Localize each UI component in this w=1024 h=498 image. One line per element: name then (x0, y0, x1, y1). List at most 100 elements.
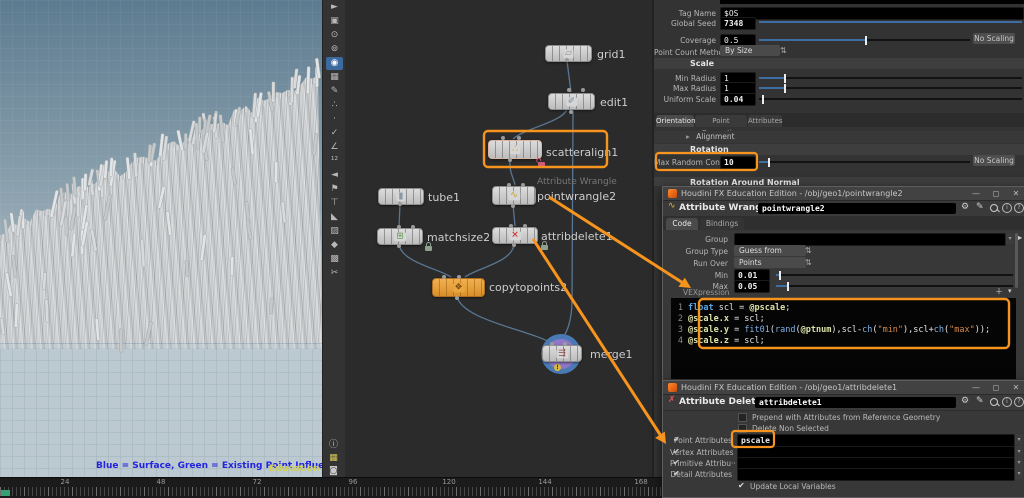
window-titlebar[interactable]: Houdini FX Education Edition - /obj/geo1… (663, 187, 1024, 201)
info-icon[interactable]: i (1002, 397, 1012, 407)
gear-icon[interactable]: ⚙ (961, 202, 969, 213)
add-snippet-icon[interactable]: ＋ (995, 286, 1003, 297)
info-icon[interactable]: i (1002, 203, 1012, 213)
flag-icon[interactable]: ⚑ (326, 183, 343, 196)
network-editor[interactable]: ▱ grid1 ✐ edit1 ∴ scatteralign1 ▮ tube1 … (345, 0, 652, 478)
node-edit1[interactable]: ✐ (548, 93, 595, 110)
uniform-scale-slider[interactable] (759, 98, 1022, 100)
info-icon[interactable]: ⓘ (325, 439, 342, 451)
scene-viewport[interactable]: Blue = Surface, Green = Existing Point I… (0, 0, 322, 477)
shade-icon[interactable]: ◣ (326, 211, 343, 224)
input-port[interactable] (411, 225, 415, 229)
node-copytopoints2[interactable]: ❖ (432, 278, 485, 297)
point-display-icon[interactable]: · (326, 113, 343, 126)
audio-icon[interactable]: ◄ (326, 169, 343, 182)
node-name-field[interactable]: attribdelete1 (755, 397, 956, 408)
normal-display-icon[interactable]: ✓ (326, 127, 343, 140)
dropdown-arrows-icon[interactable]: ⇅ (805, 258, 812, 267)
tsquare-icon[interactable]: ⊤ (326, 197, 343, 210)
attr-menu-icon[interactable]: ▾ (1014, 457, 1023, 468)
point-count-method-dropdown[interactable]: By Size (720, 45, 780, 56)
close-button[interactable]: ✕ (1009, 188, 1023, 199)
detail-attributes-field[interactable] (737, 468, 1015, 481)
min-radius-slider[interactable] (759, 77, 1022, 79)
maximize-button[interactable]: ◻ (989, 382, 1003, 393)
node-attribdelete1[interactable]: ✕ (492, 227, 538, 244)
diamond-icon[interactable]: ◆ (326, 239, 343, 252)
update-local-variables-check[interactable]: ✔ (738, 482, 745, 490)
input-port[interactable] (501, 136, 505, 140)
input-port[interactable] (567, 88, 571, 92)
uniform-scale-field[interactable]: 0.04 (720, 93, 756, 106)
grid-display-icon[interactable]: ▩ (326, 253, 343, 266)
snippet-menu-icon[interactable]: ▾ (1008, 286, 1012, 297)
point-number-icon[interactable]: ¹² (326, 155, 343, 168)
timeline-marker[interactable] (1, 490, 10, 496)
input-port[interactable] (509, 224, 513, 228)
global-seed-field[interactable]: 7348 (720, 17, 756, 30)
attr-menu-icon[interactable]: ▾ (1014, 468, 1023, 479)
node-scatteralign1[interactable]: ∴ (488, 140, 542, 159)
output-port[interactable] (565, 58, 569, 62)
tab-orientation[interactable]: Orientation (656, 115, 694, 127)
group-dropdown-icon[interactable]: ▾ (1005, 233, 1014, 244)
magnifier-icon[interactable] (990, 398, 998, 406)
input-port[interactable] (521, 183, 525, 187)
dropdown-arrows-icon[interactable]: ⇅ (780, 46, 787, 55)
help-icon[interactable]: ? (1014, 203, 1024, 213)
input-port[interactable] (457, 275, 461, 279)
scatter-tool-icon[interactable]: ∴ (326, 99, 343, 112)
tab-attributes[interactable]: Attributes (748, 115, 782, 127)
output-port[interactable] (455, 296, 459, 300)
node-name-field[interactable]: pointwrangle2 (758, 203, 956, 214)
layout-grid-icon[interactable]: ▦ (325, 452, 342, 464)
rotation-around-normal-header[interactable]: Rotation Around Normal (654, 177, 1024, 186)
scale-section-header[interactable]: Scale (654, 58, 1024, 69)
edit-tool-icon[interactable]: ✎ (326, 85, 343, 98)
magnifier-icon[interactable] (990, 204, 998, 212)
min-slider[interactable] (776, 274, 1013, 276)
max-radius-slider[interactable] (759, 87, 1022, 89)
output-port[interactable] (398, 202, 402, 206)
input-port[interactable] (517, 136, 521, 140)
angle-tool-icon[interactable]: ∠ (326, 141, 343, 154)
input-port[interactable] (397, 225, 401, 229)
coverage-no-scaling-button[interactable]: No Scaling (973, 33, 1015, 44)
run-over-dropdown[interactable]: Points (734, 257, 806, 268)
tab-code[interactable]: Code (666, 218, 698, 230)
minimize-button[interactable]: — (969, 382, 983, 393)
prepend-checkbox[interactable] (738, 413, 747, 422)
input-port[interactable] (442, 275, 446, 279)
select-tool-icon[interactable]: ► (326, 1, 343, 14)
dropdown-arrows-icon[interactable]: ⇅ (805, 246, 812, 255)
max-random-cone-field[interactable]: 10 (720, 156, 756, 169)
minimize-button[interactable]: — (969, 188, 983, 199)
lock-icon[interactable]: ▣ (326, 15, 343, 28)
pin-icon[interactable]: ⊙ (326, 29, 343, 42)
rotation-section-header[interactable]: Rotation (654, 144, 1024, 155)
vex-code-editor[interactable]: 1float scl = @pscale; 2@scale.x = scl; 3… (671, 298, 1016, 379)
pin-light-icon[interactable]: ⊚ (326, 43, 343, 56)
camera-icon[interactable]: ◙ (325, 465, 342, 477)
tab-point-generation[interactable]: Point Generation (695, 115, 747, 127)
global-seed-slider[interactable] (759, 21, 1022, 23)
attr-menu-icon[interactable]: ▾ (1014, 446, 1023, 457)
attr-menu-icon[interactable]: ▾ (1014, 434, 1023, 445)
input-port[interactable] (581, 88, 585, 92)
node-matchsize2[interactable]: ⊞ (377, 228, 423, 245)
delete-non-selected-checkbox[interactable] (738, 424, 747, 433)
alignment-collapsible[interactable]: ▸ Alignment (654, 131, 1024, 143)
output-port[interactable] (512, 243, 516, 247)
tag-name-field[interactable]: $OS (720, 7, 1024, 20)
cut-icon[interactable]: ✂ (326, 267, 343, 280)
tab-bindings[interactable]: Bindings (700, 218, 744, 230)
hatch-icon[interactable]: ▨ (326, 225, 343, 238)
output-port[interactable] (508, 158, 512, 162)
input-port[interactable] (563, 342, 567, 346)
node-pointwrangle2[interactable]: ∿ (492, 186, 536, 205)
snapshot-icon[interactable]: ▦ (326, 71, 343, 84)
close-button[interactable]: ✕ (1009, 382, 1023, 393)
maximize-button[interactable]: ◻ (989, 188, 1003, 199)
output-port[interactable] (511, 204, 515, 208)
gear-icon[interactable]: ⚙ (961, 396, 969, 407)
